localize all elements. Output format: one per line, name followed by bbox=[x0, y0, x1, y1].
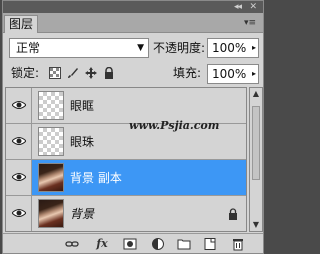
layer-thumbnail bbox=[38, 127, 64, 156]
lock-transparent-pixels-icon[interactable] bbox=[49, 67, 61, 79]
collapse-icon[interactable]: ◂◂ bbox=[234, 1, 242, 13]
eye-icon bbox=[12, 137, 26, 145]
lock-icon[interactable] bbox=[103, 66, 115, 79]
link-layers-icon[interactable] bbox=[65, 237, 79, 251]
layers-panel: ◂◂ ✕ 图层 ▾≡ 正常 ▼ 不透明度: 100% ▸ 锁定: 填充: 100… bbox=[2, 0, 264, 254]
opacity-field[interactable]: 100% ▸ bbox=[207, 38, 259, 58]
chevron-right-icon[interactable]: ▸ bbox=[252, 65, 256, 83]
visibility-toggle[interactable] bbox=[6, 160, 32, 195]
fill-label: 填充: bbox=[173, 66, 202, 80]
visibility-toggle[interactable] bbox=[6, 124, 32, 159]
panel-menu-icon[interactable]: ▾≡ bbox=[243, 16, 257, 30]
move-icon[interactable] bbox=[85, 67, 97, 79]
layer-thumbnail bbox=[38, 91, 64, 120]
scroll-up-icon[interactable]: ▲ bbox=[250, 88, 262, 100]
layer-name: 眼珠 bbox=[70, 135, 95, 149]
blend-opacity-row: 正常 ▼ 不透明度: 100% ▸ bbox=[3, 34, 263, 60]
eye-icon bbox=[12, 209, 26, 217]
add-mask-icon[interactable] bbox=[123, 237, 137, 251]
layer-row[interactable]: 背景 副本 bbox=[6, 160, 246, 196]
blend-mode-value: 正常 bbox=[16, 41, 41, 55]
visibility-toggle[interactable] bbox=[6, 88, 32, 123]
layer-name: 背景 副本 bbox=[70, 171, 122, 185]
blend-mode-select[interactable]: 正常 ▼ bbox=[9, 38, 149, 58]
panel-footer: fx bbox=[3, 233, 263, 253]
new-layer-icon[interactable] bbox=[203, 237, 217, 251]
layer-list: 眼眶 眼珠 背景 副本 背景 bbox=[5, 87, 247, 232]
folder-icon[interactable] bbox=[177, 237, 191, 251]
scrollbar-thumb[interactable] bbox=[252, 106, 260, 180]
layer-row[interactable]: 背景 bbox=[6, 196, 246, 231]
eye-icon bbox=[12, 101, 26, 109]
fx-icon[interactable]: fx bbox=[95, 237, 109, 251]
adjustment-layer-icon[interactable] bbox=[151, 237, 165, 251]
layer-name: 背景 bbox=[70, 207, 95, 221]
tab-layers[interactable]: 图层 bbox=[4, 15, 38, 33]
fill-value: 100% bbox=[212, 67, 247, 81]
close-icon[interactable]: ✕ bbox=[249, 1, 257, 13]
layer-name: 眼眶 bbox=[70, 99, 95, 113]
visibility-toggle[interactable] bbox=[6, 196, 32, 231]
brush-icon[interactable] bbox=[67, 67, 79, 79]
chevron-right-icon[interactable]: ▸ bbox=[252, 39, 256, 57]
chevron-down-icon: ▼ bbox=[137, 43, 144, 53]
panel-title-bar: ◂◂ ✕ bbox=[3, 1, 263, 13]
lock-icon bbox=[229, 208, 237, 220]
lock-fill-row: 锁定: 填充: 100% ▸ bbox=[3, 61, 263, 85]
layer-thumbnail bbox=[38, 163, 64, 192]
fill-field[interactable]: 100% ▸ bbox=[207, 64, 259, 84]
scroll-down-icon[interactable]: ▼ bbox=[250, 219, 262, 231]
watermark: www.Psjia.com bbox=[129, 119, 220, 132]
scrollbar[interactable]: ▲ ▼ bbox=[249, 87, 263, 232]
lock-label: 锁定: bbox=[11, 66, 40, 80]
eye-icon bbox=[12, 173, 26, 181]
trash-icon[interactable] bbox=[231, 237, 245, 251]
opacity-value: 100% bbox=[212, 41, 247, 55]
opacity-label: 不透明度: bbox=[153, 41, 206, 55]
tab-bar: 图层 ▾≡ bbox=[3, 13, 263, 33]
layer-thumbnail bbox=[38, 199, 64, 228]
